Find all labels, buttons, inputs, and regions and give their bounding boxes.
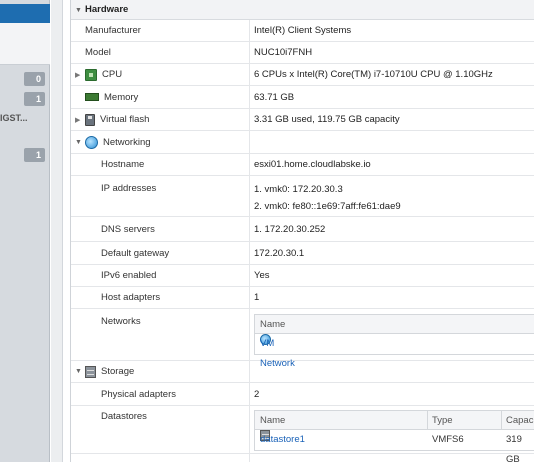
hostname-row: Hostname esxi01.home.cloudlabske.io bbox=[71, 154, 534, 176]
memory-label: Memory bbox=[85, 86, 138, 108]
ip-address-2: 2. vmk0: fe80::1e69:7aff:fe61:dae9 bbox=[254, 201, 401, 212]
cpu-label: CPU bbox=[85, 64, 122, 85]
datastore-type: VMFS6 bbox=[432, 434, 464, 445]
sidebar-panel bbox=[0, 23, 50, 65]
flash-icon bbox=[85, 113, 95, 126]
table-row: VM Network bbox=[255, 334, 534, 369]
panel-gutter bbox=[51, 0, 63, 462]
default-gateway-value: 172.20.30.1 bbox=[254, 247, 305, 259]
dns-servers-row: DNS servers 1. 172.20.30.252 bbox=[71, 217, 534, 242]
table-row: datastore1 VMFS6 319 GB bbox=[255, 430, 534, 462]
dns-servers-label: DNS servers bbox=[101, 223, 155, 235]
cpu-icon bbox=[85, 68, 97, 81]
ipv6-label: IPv6 enabled bbox=[101, 270, 157, 281]
model-value: NUC10i7FNH bbox=[254, 47, 313, 58]
ip-addresses-label: IP addresses bbox=[101, 183, 157, 194]
datastores-label: Datastores bbox=[101, 411, 147, 422]
count-badge: 1 bbox=[24, 148, 45, 162]
host-adapters-row: Host adapters 1 bbox=[71, 287, 534, 309]
virtual-flash-value: 3.31 GB used, 119.75 GB capacity bbox=[254, 114, 400, 125]
collapse-caret-icon[interactable]: ▼ bbox=[75, 368, 82, 375]
networking-row[interactable]: ▼ Networking bbox=[71, 131, 534, 154]
network-icon bbox=[85, 135, 98, 149]
datastore-capacity: 319 GB bbox=[506, 434, 522, 462]
cpu-label-text: CPU bbox=[102, 69, 123, 80]
table-header: Name Type Capac bbox=[255, 411, 534, 430]
storage-label: Storage bbox=[85, 361, 134, 382]
virtual-flash-row[interactable]: ▶ Virtual flash 3.31 GB used, 119.75 GB … bbox=[71, 109, 534, 131]
networks-label: Networks bbox=[101, 316, 141, 327]
memory-value: 63.71 GB bbox=[254, 91, 295, 103]
memory-icon bbox=[85, 93, 99, 101]
hostname-value: esxi01.home.cloudlabske.io bbox=[254, 159, 371, 170]
collapse-caret-icon[interactable]: ▼ bbox=[75, 7, 82, 14]
expand-caret-icon[interactable]: ▶ bbox=[75, 116, 80, 124]
column-separator bbox=[427, 411, 428, 430]
model-label: Model bbox=[85, 47, 111, 58]
host-adapters-value: 1 bbox=[254, 292, 260, 303]
cpu-row[interactable]: ▶ CPU 6 CPUs x Intel(R) Core(TM) i7-1071… bbox=[71, 64, 534, 86]
expand-caret-icon[interactable]: ▶ bbox=[75, 71, 80, 79]
networks-row: Networks Name VM Network bbox=[71, 309, 534, 369]
ipv6-row: IPv6 enabled Yes bbox=[71, 265, 534, 287]
manufacturer-row: Manufacturer Intel(R) Client Systems bbox=[71, 20, 534, 42]
memory-label-text: Memory bbox=[104, 91, 139, 103]
model-row: Model NUC10i7FNH bbox=[71, 42, 534, 64]
cpu-value: 6 CPUs x Intel(R) Core(TM) i7-10710U CPU… bbox=[254, 69, 493, 80]
column-header-name[interactable]: Name bbox=[260, 411, 285, 430]
manufacturer-value: Intel(R) Client Systems bbox=[254, 25, 352, 36]
networking-label: Networking bbox=[85, 131, 151, 153]
dns-servers-value: 1. 172.20.30.252 bbox=[254, 223, 326, 235]
table-header: Name bbox=[255, 315, 534, 334]
manufacturer-label: Manufacturer bbox=[85, 25, 141, 36]
memory-row: Memory 63.71 GB bbox=[71, 86, 534, 109]
physical-adapters-label: Physical adapters bbox=[101, 388, 176, 400]
hardware-panel: ▼ Hardware Manufacturer Intel(R) Client … bbox=[70, 0, 534, 462]
ip-address-1: 1. vmk0: 172.20.30.3 bbox=[254, 184, 343, 195]
networking-label-text: Networking bbox=[103, 136, 151, 148]
hostname-label: Hostname bbox=[101, 159, 145, 170]
ipv6-value: Yes bbox=[254, 270, 270, 281]
count-badge: 1 bbox=[24, 92, 45, 106]
networks-table: Name VM Network bbox=[254, 314, 534, 369]
default-gateway-row: Default gateway 172.20.30.1 bbox=[71, 242, 534, 265]
collapse-caret-icon[interactable]: ▼ bbox=[75, 139, 82, 146]
physical-adapters-value: 2 bbox=[254, 388, 260, 400]
physical-adapters-row: Physical adapters 2 bbox=[71, 383, 534, 406]
storage-row[interactable]: ▼ Storage bbox=[71, 361, 534, 383]
column-header-name[interactable]: Name bbox=[260, 315, 285, 334]
default-gateway-label: Default gateway bbox=[101, 247, 170, 259]
virtual-flash-label-text: Virtual flash bbox=[100, 114, 150, 125]
datastores-table: Name Type Capac datastore1 VMFS6 319 GB bbox=[254, 410, 534, 462]
section-title: Hardware bbox=[85, 4, 129, 15]
datastore-link-text[interactable]: datastore1 bbox=[260, 430, 305, 450]
hardware-section-header[interactable]: ▼ Hardware bbox=[71, 0, 534, 20]
column-header-type[interactable]: Type bbox=[432, 411, 453, 430]
count-badge: 0 bbox=[24, 72, 45, 86]
column-header-capacity[interactable]: Capac bbox=[506, 411, 533, 430]
storage-icon bbox=[85, 365, 96, 378]
left-sidebar: 0 1 IGST... 1 bbox=[0, 0, 50, 462]
column-separator bbox=[501, 411, 502, 430]
sidebar-selected-item[interactable] bbox=[0, 4, 50, 23]
virtual-flash-label: Virtual flash bbox=[85, 109, 149, 130]
host-adapters-label: Host adapters bbox=[101, 292, 161, 303]
sidebar-truncated-label[interactable]: IGST... bbox=[0, 113, 28, 123]
ip-addresses-row: IP addresses 1. vmk0: 172.20.30.3 2. vmk… bbox=[71, 176, 534, 217]
datastores-row: Datastores Name Type Capac datastore1 VM… bbox=[71, 406, 534, 462]
storage-label-text: Storage bbox=[101, 366, 135, 377]
